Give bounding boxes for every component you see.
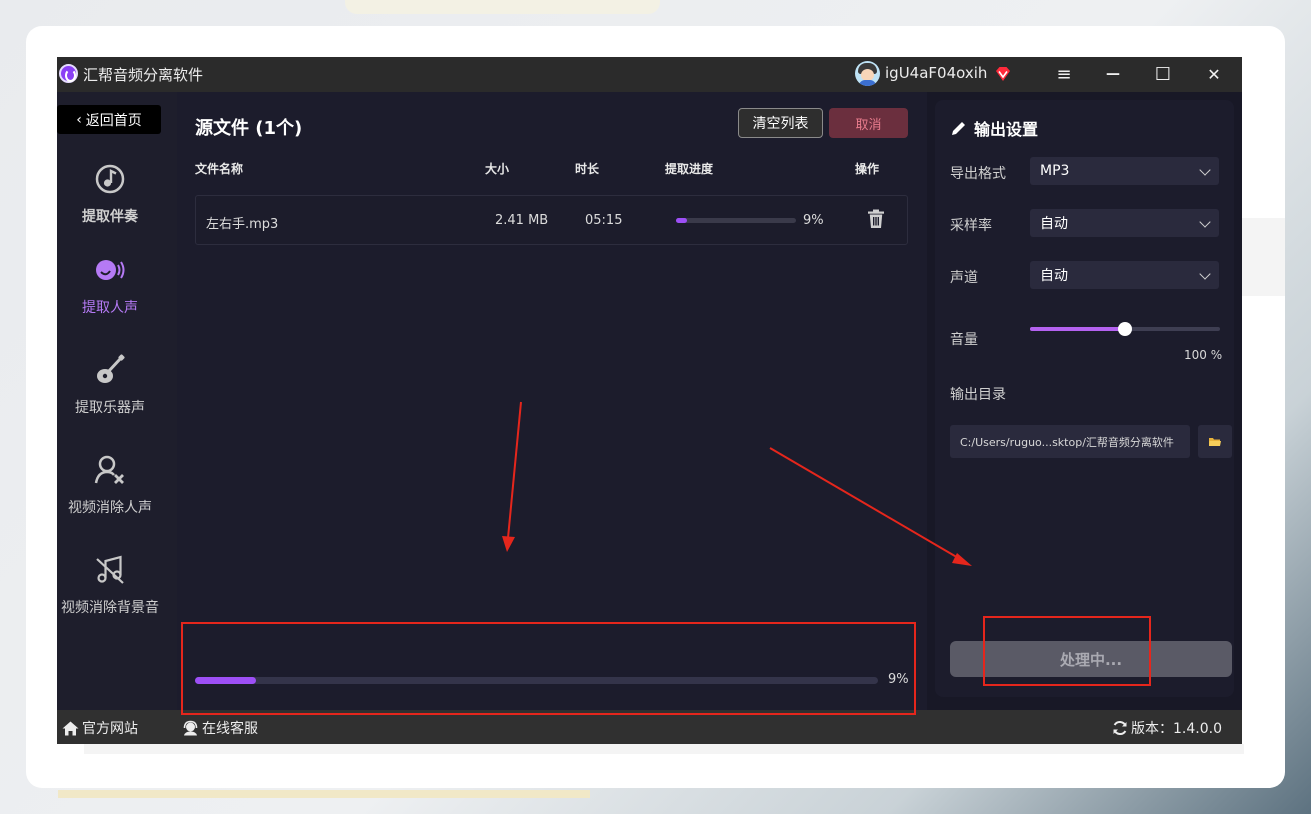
sidebar-item-label: 视频消除背景音: [61, 600, 159, 616]
overall-progress-text: 9%: [888, 672, 909, 687]
clear-list-button[interactable]: 清空列表: [738, 108, 823, 138]
column-header-size: 大小: [485, 162, 510, 176]
volume-slider-fill: [1030, 327, 1125, 331]
browse-folder-button[interactable]: [1198, 425, 1232, 458]
cancel-button[interactable]: 取消: [829, 108, 908, 138]
source-files-title: 源文件 (1个): [195, 118, 303, 139]
output-settings-label: 输出设置: [974, 120, 1039, 139]
close-icon[interactable]: ✕: [1201, 62, 1227, 86]
user-avatar[interactable]: [855, 61, 880, 86]
refresh-icon: [1113, 720, 1127, 736]
trash-icon[interactable]: [867, 209, 885, 229]
column-header-name: 文件名称: [195, 162, 244, 176]
sidebar-item-extract-instruments[interactable]: 提取乐器声: [57, 353, 163, 417]
folder-icon: [1209, 437, 1221, 446]
format-value: MP3: [1040, 163, 1070, 179]
background-window-edge: [1242, 218, 1285, 296]
file-size: 2.41 MB: [495, 213, 549, 228]
title-bar: 汇帮音频分离软件 igU4aF04oxih ≡ — ☐ ✕: [57, 57, 1242, 92]
file-progress-text: 9%: [803, 213, 824, 228]
chevron-left-icon: ‹: [76, 111, 82, 128]
file-progress-bar: [676, 218, 796, 223]
headset-icon: [183, 720, 198, 736]
music-note-icon: [95, 164, 125, 194]
overall-progress-fill: [195, 677, 257, 684]
volume-label: 音量: [950, 332, 978, 348]
sample-rate-value: 自动: [1040, 216, 1068, 232]
sidebar-item-label: 视频消除人声: [68, 500, 152, 516]
sidebar-item-label: 提取伴奏: [82, 209, 138, 225]
background-window-bottom: [84, 744, 1244, 754]
output-dir-field[interactable]: C:/Users/ruguo...sktop/汇帮音频分离软件: [950, 425, 1190, 458]
output-dir-label: 输出目录: [950, 387, 1006, 403]
background-shape: [345, 0, 660, 14]
chevron-down-icon: [1199, 164, 1211, 176]
sidebar-item-extract-vocals[interactable]: 提取人声: [57, 253, 163, 317]
source-files-panel: 源文件 (1个) 清空列表 取消 文件名称 大小 时长 提取进度 操作 左右手.…: [177, 92, 927, 710]
volume-value: 100 %: [1184, 348, 1223, 362]
sample-rate-select[interactable]: 自动: [1030, 209, 1219, 237]
sidebar-item-label: 提取乐器声: [75, 400, 145, 416]
home-icon: [62, 721, 79, 735]
format-select[interactable]: MP3: [1030, 157, 1219, 185]
support-label: 在线客服: [202, 721, 258, 737]
username[interactable]: igU4aF04oxih: [885, 64, 987, 82]
column-header-progress: 提取进度: [665, 162, 714, 176]
sample-rate-label: 采样率: [950, 218, 992, 234]
column-header-duration: 时长: [575, 162, 600, 176]
file-duration: 05:15: [585, 213, 623, 228]
version-info[interactable]: 版本：1.4.0.0: [1112, 718, 1222, 738]
channel-value: 自动: [1040, 268, 1068, 284]
minimize-icon[interactable]: —: [1100, 62, 1126, 86]
chevron-down-icon: [1199, 216, 1211, 228]
maximize-icon[interactable]: ☐: [1150, 62, 1176, 86]
guitar-icon: [97, 354, 125, 383]
channel-label: 声道: [950, 270, 978, 286]
user-remove-icon: [94, 455, 124, 484]
file-name: 左右手.mp3: [206, 217, 279, 232]
output-settings-title: 输出设置: [950, 116, 1038, 140]
format-label: 导出格式: [950, 166, 1006, 182]
app-window: 汇帮音频分离软件 igU4aF04oxih ≡ — ☐ ✕ ‹ 返回首页 提取伴: [57, 57, 1242, 744]
app-title: 汇帮音频分离软件: [83, 66, 204, 84]
website-label: 官方网站: [82, 721, 138, 737]
output-settings-panel: 输出设置 导出格式 MP3 采样率 自动 声道 自动 音量 100 % 输出目录…: [935, 100, 1234, 697]
volume-slider[interactable]: [1030, 322, 1220, 336]
background-strip: [58, 790, 590, 798]
processing-button[interactable]: 处理中...: [950, 641, 1232, 677]
music-mute-icon: [96, 555, 124, 584]
chevron-down-icon: [1199, 268, 1211, 280]
back-home-label: 返回首页: [85, 112, 142, 129]
channel-select[interactable]: 自动: [1030, 261, 1219, 289]
voice-icon: [96, 260, 125, 280]
support-link[interactable]: 在线客服: [182, 718, 258, 738]
app-logo-icon: [59, 64, 78, 83]
avatar-shirt: [859, 80, 876, 86]
sidebar-item-video-remove-background[interactable]: 视频消除背景音: [57, 553, 163, 617]
menu-icon[interactable]: ≡: [1051, 62, 1077, 86]
footer-bar: 官方网站 在线客服 版本：1.4.0.0: [57, 710, 1242, 744]
pen-icon: [952, 122, 965, 135]
sidebar-item-label: 提取人声: [82, 300, 138, 316]
website-link[interactable]: 官方网站: [62, 718, 138, 738]
overall-progress-bar: [195, 677, 878, 684]
version-label: 版本：1.4.0.0: [1131, 721, 1222, 737]
table-row[interactable]: 左右手.mp3 2.41 MB 05:15 9%: [195, 195, 908, 245]
volume-slider-thumb[interactable]: [1118, 322, 1132, 336]
file-progress-fill: [676, 218, 687, 223]
sidebar-item-extract-accompaniment[interactable]: 提取伴奏: [57, 162, 163, 226]
column-header-actions: 操作: [855, 162, 880, 176]
vip-diamond-icon[interactable]: [993, 64, 1013, 84]
back-home-button[interactable]: ‹ 返回首页: [57, 105, 161, 134]
sidebar-item-video-remove-vocals[interactable]: 视频消除人声: [57, 453, 163, 517]
sidebar: ‹ 返回首页 提取伴奏 提取人声 提取乐器声 视频消除人声 视频消除背景音: [57, 92, 177, 710]
